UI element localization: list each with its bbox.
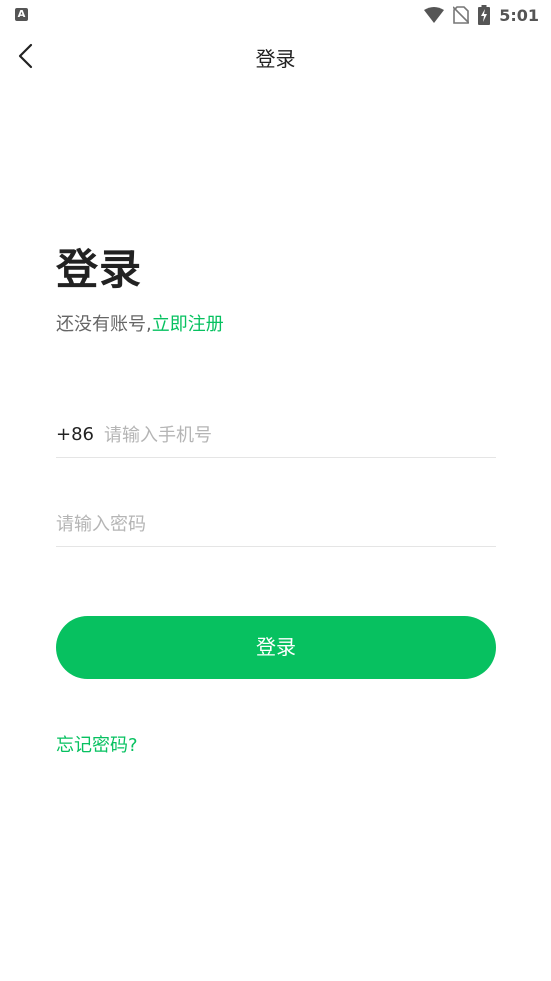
- password-input[interactable]: [56, 505, 496, 543]
- battery-charging-icon: [478, 5, 491, 25]
- login-button[interactable]: 登录: [56, 616, 496, 679]
- phone-field: +86: [56, 416, 496, 458]
- country-code[interactable]: +86: [56, 424, 94, 445]
- forgot-password-link[interactable]: 忘记密码?: [56, 731, 138, 757]
- nav-bar: 登录: [0, 30, 551, 82]
- phone-input[interactable]: [104, 416, 494, 454]
- page-title: 登录: [255, 47, 296, 71]
- status-icons: 5:01: [424, 4, 539, 26]
- no-sim-icon: [453, 6, 470, 24]
- status-bar: A 5:01: [0, 0, 551, 30]
- notification-icon: A: [15, 8, 28, 21]
- wifi-icon: [424, 7, 445, 23]
- login-heading: 登录: [56, 245, 143, 294]
- register-prompt: 还没有账号,立即注册: [56, 310, 224, 336]
- password-field: [56, 505, 496, 547]
- register-link[interactable]: 立即注册: [152, 314, 224, 335]
- no-account-text: 还没有账号,: [56, 314, 152, 335]
- status-time: 5:01: [499, 5, 539, 25]
